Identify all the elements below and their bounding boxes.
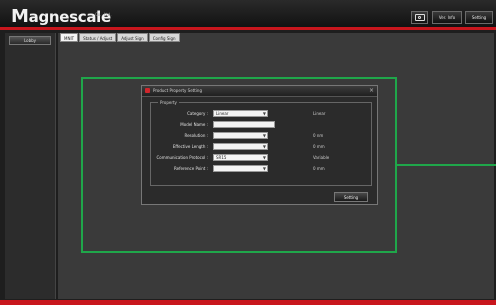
communication-protocol-select[interactable]: SR15 ▼ [213,154,268,161]
tab-adjust-sign[interactable]: Adjust Sign [117,33,148,42]
property-group: Property Category : Linear ▼ Linear Model… [150,100,372,186]
field-label: Effective Length : [172,144,208,149]
close-icon[interactable]: × [369,87,374,94]
field-row-category: Category : Linear ▼ Linear [151,110,371,118]
field-unit: 0 nm [313,133,324,138]
logo-subtitle: Co., Ltd. [95,12,112,17]
tab-bar: MNIT Status / Adjust Adjust Sign Config … [60,33,180,42]
dialog-title: Product Property Setting [153,88,202,93]
setting-button[interactable]: Setting [465,11,493,24]
field-unit: 0 mm [313,166,325,171]
field-unit: 0 mm [313,144,325,149]
resolution-select[interactable]: ▼ [213,132,268,139]
sidebar: Lobby [5,33,56,299]
field-row-communication-protocol: Communication Protocol : SR15 ▼ Variable [151,154,371,162]
field-row-model-name: Model Name : [151,121,371,129]
highlight-leader-line [397,164,496,166]
field-label: Model Name : [180,122,208,127]
field-row-resolution: Resolution : ▼ 0 nm [151,132,371,140]
product-property-dialog: Product Property Setting × Property Cate… [141,85,378,205]
reference-point-select[interactable]: ▼ [213,165,268,172]
chevron-down-icon: ▼ [262,166,266,171]
field-label: Communication Protocol : [156,155,208,160]
field-unit: Linear [313,111,326,116]
field-row-effective-length: Effective Length : ▼ 0 mm [151,143,371,151]
camera-icon [414,14,425,21]
chevron-down-icon: ▼ [262,133,266,138]
group-label: Property [158,100,179,105]
tab-mnit[interactable]: MNIT [60,33,79,42]
header-divider [0,27,496,30]
chevron-down-icon: ▼ [262,155,266,160]
field-unit: Variable [313,155,330,160]
category-select[interactable]: Linear ▼ [213,110,268,117]
version-info-button[interactable]: Ver. Info [432,11,462,24]
app-icon [145,88,150,93]
sidebar-item-lobby[interactable]: Lobby [9,36,51,45]
effective-length-select[interactable]: ▼ [213,143,268,150]
model-name-input[interactable] [213,121,275,128]
field-label: Category : [187,111,208,116]
field-row-reference-point: Reference Point : ▼ 0 mm [151,165,371,173]
dialog-title-bar[interactable]: Product Property Setting × [142,86,377,97]
chevron-down-icon: ▼ [262,144,266,149]
tab-config-sign[interactable]: Config Sign [148,33,180,42]
tab-status-adjust[interactable]: Status / Adjust [79,33,117,42]
dialog-setting-button[interactable]: Setting [334,192,368,202]
field-label: Reference Point : [174,166,208,171]
chevron-down-icon: ▼ [262,111,266,116]
screenshot-button[interactable] [411,11,428,24]
field-label: Resolution : [184,133,208,138]
top-bar: Magnescale Co., Ltd. Ver. Info Setting [0,0,496,27]
footer-bar [0,300,496,305]
